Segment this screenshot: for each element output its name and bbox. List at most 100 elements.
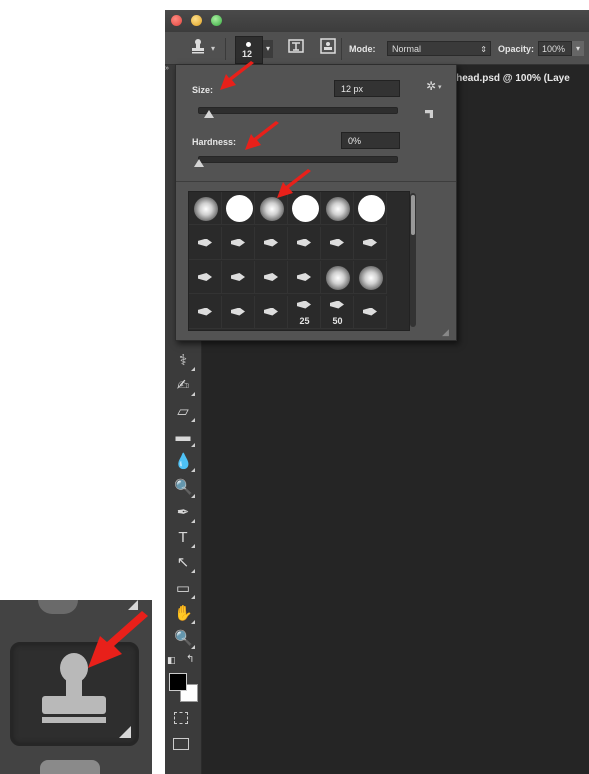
tool-below-fragment [40, 760, 100, 774]
brush-preset-special[interactable] [288, 261, 321, 294]
quick-mask-icon[interactable] [174, 712, 188, 724]
default-colors-icon[interactable]: ◧ [167, 655, 176, 666]
brush-preset-special[interactable] [189, 261, 222, 294]
special-brush-tip-icon [264, 307, 278, 316]
soft-round-brush-tip-icon [194, 197, 218, 221]
tool-group-indicator-icon [128, 600, 138, 610]
brush-preset-size-label: 25 [299, 315, 310, 326]
hardness-label: Hardness: [192, 137, 237, 147]
size-slider-thumb[interactable] [203, 110, 214, 118]
gradient-icon[interactable]: ▬ [174, 428, 195, 447]
brush-preset-special[interactable] [189, 295, 222, 329]
screen-mode-icon[interactable] [173, 738, 189, 750]
special-brush-tip-icon [330, 238, 344, 247]
soft-round-brush-tip-icon [326, 197, 350, 221]
brush-picker-dropdown-arrow[interactable]: ▾ [263, 40, 273, 58]
settings-dropdown-icon[interactable]: ▾ [438, 83, 442, 91]
annotation-arrow-hardness [245, 121, 279, 150]
path-selection-icon[interactable]: ↖ [174, 554, 195, 574]
brush-preset-soft-round[interactable] [189, 192, 222, 225]
brush-preset-special[interactable] [321, 226, 354, 260]
pen-icon[interactable]: ✒ [174, 504, 195, 523]
tool-preset-dropdown-icon[interactable]: ▾ [211, 44, 215, 53]
swap-colors-icon[interactable]: ↰ [186, 654, 194, 665]
tool-group-indicator-icon [191, 544, 195, 549]
annotation-arrow-size [220, 61, 254, 90]
rectangle-shape-icon[interactable]: ▭ [174, 580, 195, 599]
special-brush-tip-icon [297, 300, 311, 309]
zoom-icon[interactable]: 🔍 [174, 630, 195, 650]
clone-source-panel-icon[interactable] [317, 38, 339, 58]
reset-size-icon[interactable] [425, 110, 433, 118]
maximize-window-button[interactable] [211, 15, 222, 26]
blur-icon[interactable]: 💧 [174, 453, 195, 473]
brush-preset-special[interactable] [288, 226, 321, 260]
brush-preset-special[interactable]: 50 [321, 295, 354, 329]
brush-preset-special[interactable] [255, 226, 288, 260]
brush-preset-special[interactable] [222, 295, 255, 329]
brush-preset-special[interactable] [354, 226, 387, 260]
tool-group-indicator-icon [191, 392, 195, 397]
foreground-color-swatch[interactable] [169, 673, 187, 691]
special-brush-tip-icon [363, 307, 377, 316]
title-bar [165, 10, 589, 32]
brush-preset-special[interactable] [222, 261, 255, 294]
clone-stamp-tool-icon[interactable] [187, 38, 209, 58]
brush-preset-soft-round[interactable] [321, 192, 354, 225]
hard-round-brush-tip-icon [226, 195, 253, 222]
special-brush-tip-icon [231, 307, 245, 316]
special-brush-tip-icon [231, 238, 245, 247]
blend-mode-select[interactable]: Normal ⇕ [387, 41, 491, 56]
tool-group-indicator-icon [191, 367, 195, 371]
tool-group-indicator-icon [191, 620, 195, 624]
presets-scrollbar-thumb[interactable] [411, 195, 415, 235]
zoomed-tool-inset [0, 600, 152, 774]
document-tab[interactable]: s_head.psd @ 100% (Laye [445, 73, 570, 84]
brush-preset-soft-round[interactable] [354, 261, 387, 294]
eraser-icon[interactable]: ▱ [174, 403, 195, 422]
history-brush-icon[interactable]: ✍ [174, 377, 195, 397]
brush-preset-special[interactable]: 25 [288, 295, 321, 329]
hardness-input[interactable]: 0% [341, 132, 400, 149]
opacity-input[interactable]: 100% [538, 41, 572, 56]
special-brush-tip-icon [297, 273, 311, 281]
close-window-button[interactable] [171, 15, 182, 26]
special-brush-tip-icon [231, 273, 245, 281]
brush-preset-soft-round[interactable] [321, 261, 354, 294]
brush-preset-hard-round[interactable] [354, 192, 387, 225]
type-icon[interactable]: T [174, 529, 195, 549]
tool-group-indicator-icon [119, 726, 131, 738]
annotation-arrow-zoom [88, 611, 148, 668]
brush-preset-special[interactable] [354, 295, 387, 329]
hand-icon[interactable]: ✋ [174, 605, 195, 624]
brush-preset-special[interactable] [222, 226, 255, 260]
panel-collapse-icon[interactable]: » [165, 65, 175, 75]
brush-preset-special[interactable] [255, 261, 288, 294]
divider [176, 181, 456, 182]
tool-group-indicator-icon [191, 417, 195, 422]
minimize-window-button[interactable] [191, 15, 202, 26]
brush-preset-picker-panel: Size: 12 px ✲ ▾ Hardness: 0% 25 50 ◢ [175, 64, 457, 341]
brush-tip-icon [246, 42, 251, 47]
brush-preset-special[interactable] [189, 226, 222, 260]
resize-grip-icon[interactable]: ◢ [442, 327, 452, 337]
tool-group-indicator-icon [191, 493, 195, 498]
opacity-label: Opacity: [498, 44, 535, 54]
size-label: Size: [192, 85, 214, 95]
brush-preset-hard-round[interactable] [222, 192, 255, 225]
gear-icon[interactable]: ✲ [426, 79, 436, 93]
separator [341, 38, 342, 60]
special-brush-tip-icon [264, 273, 278, 281]
brush-preset-special[interactable] [255, 295, 288, 329]
special-brush-tip-icon [330, 300, 344, 309]
opacity-dropdown-arrow[interactable]: ▾ [572, 41, 584, 56]
hardness-slider[interactable] [198, 156, 398, 163]
size-input[interactable]: 12 px [334, 80, 400, 97]
hardness-slider-thumb[interactable] [194, 159, 204, 167]
brush-preset-size-label: 50 [332, 315, 343, 326]
size-slider[interactable] [198, 107, 398, 114]
dodge-icon[interactable]: 🔍 [174, 479, 195, 498]
brush-panel-toggle-icon[interactable] [285, 38, 307, 58]
special-brush-tip-icon [198, 307, 212, 316]
spot-healing-brush-icon[interactable]: ⚕ [174, 352, 195, 371]
